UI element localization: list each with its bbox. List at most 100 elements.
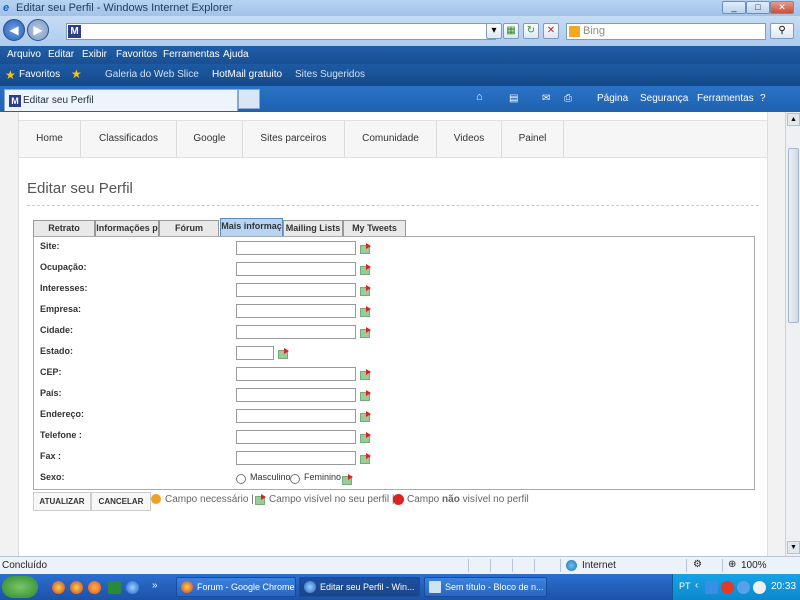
network-icon[interactable]	[705, 581, 718, 594]
tray-expand-icon[interactable]: ‹	[695, 580, 698, 591]
chrome-quicklaunch-icon[interactable]	[70, 581, 83, 594]
page-viewport: Home Classificados Google Sites parceiro…	[0, 112, 785, 556]
scroll-thumb[interactable]	[788, 148, 799, 323]
visibility-icon[interactable]	[278, 348, 290, 359]
compatibility-view-icon[interactable]: ▦	[503, 23, 519, 39]
favorites-button[interactable]: Favoritos	[19, 69, 60, 80]
tab-mailing-lists[interactable]: Mailing Lists	[283, 220, 343, 237]
mail-icon[interactable]: ✉	[542, 93, 550, 104]
maximize-button[interactable]: □	[746, 1, 770, 14]
nav-classificados[interactable]: Classificados	[81, 121, 177, 157]
scroll-up-icon[interactable]: ▲	[787, 113, 800, 126]
visibility-icon[interactable]	[360, 453, 372, 464]
volume-icon[interactable]	[737, 581, 750, 594]
excel-quicklaunch-icon[interactable]	[108, 581, 121, 594]
protected-mode-icon[interactable]: ⚙	[693, 559, 702, 570]
nav-google[interactable]: Google	[177, 121, 243, 157]
menu-ferramentas[interactable]: Ferramentas	[163, 49, 220, 60]
help-icon[interactable]: ?	[760, 93, 766, 104]
visibility-icon[interactable]	[360, 369, 372, 380]
tab-retrato[interactable]: Retrato	[33, 220, 95, 237]
firefox-quicklaunch-icon[interactable]	[88, 581, 101, 594]
estado-input[interactable]	[236, 346, 274, 360]
browser-tab[interactable]: M Editar seu Perfil	[4, 89, 238, 111]
search-placeholder: Bing	[583, 25, 606, 37]
tab-mais-informacoes[interactable]: Mais informaç	[220, 218, 283, 237]
address-field[interactable]: M	[66, 23, 496, 40]
empresa-input[interactable]	[236, 304, 356, 318]
nav-painel[interactable]: Painel	[502, 121, 564, 157]
nav-home[interactable]: Home	[19, 121, 81, 157]
telefone-input[interactable]	[236, 430, 356, 444]
stop-icon[interactable]: ✕	[543, 23, 559, 39]
visibility-icon[interactable]	[360, 243, 372, 254]
visibility-icon[interactable]	[360, 306, 372, 317]
sex-radio-masculino[interactable]	[236, 474, 246, 484]
site-input[interactable]	[236, 241, 356, 255]
tab-informacoes[interactable]: Informações p	[95, 220, 159, 237]
ie-quicklaunch-icon[interactable]	[126, 581, 139, 594]
visibility-icon[interactable]	[360, 432, 372, 443]
task-editar-perfil-ie[interactable]: Editar seu Perfil - Win...	[299, 577, 420, 597]
interesses-input[interactable]	[236, 283, 356, 297]
ocupacao-input[interactable]	[236, 262, 356, 276]
cmd-pagina[interactable]: Página	[597, 93, 628, 104]
cidade-input[interactable]	[236, 325, 356, 339]
home-icon[interactable]: ⌂	[476, 91, 483, 103]
chrome-quicklaunch-icon[interactable]	[52, 581, 65, 594]
zoom-level[interactable]: 100%	[741, 560, 767, 571]
sex-radio-feminino[interactable]	[290, 474, 300, 484]
menu-arquivo[interactable]: Arquivo	[7, 49, 41, 60]
more-quicklaunch-icon[interactable]: »	[152, 580, 158, 591]
scroll-down-icon[interactable]: ▼	[787, 541, 800, 554]
fav-item-web-slice[interactable]: Galeria do Web Slice	[105, 69, 199, 80]
search-input[interactable]: Bing	[566, 23, 766, 40]
menu-editar[interactable]: Editar	[48, 49, 74, 60]
new-tab-button[interactable]	[238, 89, 260, 109]
menu-exibir[interactable]: Exibir	[82, 49, 107, 60]
visibility-icon[interactable]	[360, 285, 372, 296]
visibility-icon[interactable]	[360, 390, 372, 401]
endereco-input[interactable]	[236, 409, 356, 423]
add-favorite-icon[interactable]: ★	[71, 67, 82, 81]
tray-app-icon[interactable]	[753, 581, 766, 594]
back-button[interactable]: ◀	[3, 19, 25, 41]
pais-input[interactable]	[236, 388, 356, 402]
cmd-ferramentas[interactable]: Ferramentas	[697, 93, 754, 104]
tab-my-tweets[interactable]: My Tweets	[343, 220, 406, 237]
visibility-icon[interactable]	[360, 327, 372, 338]
visibility-icon[interactable]	[360, 411, 372, 422]
notepad-icon	[429, 581, 441, 593]
minimize-button[interactable]: _	[722, 1, 746, 14]
refresh-icon[interactable]: ↻	[523, 23, 539, 39]
language-indicator[interactable]: PT	[679, 581, 691, 591]
vertical-scrollbar[interactable]: ▲ ▼	[785, 112, 800, 556]
feeds-icon[interactable]: ▤	[509, 93, 518, 104]
fax-input[interactable]	[236, 451, 356, 465]
fav-item-hotmail[interactable]: HotMail gratuito	[212, 69, 282, 80]
forward-button[interactable]: ▶	[27, 19, 49, 41]
clock[interactable]: 20:33	[771, 581, 796, 592]
print-icon[interactable]: ⎙	[564, 93, 572, 104]
update-button[interactable]: ATUALIZAR	[33, 492, 91, 511]
tab-forum[interactable]: Fórum	[159, 220, 219, 237]
cmd-seguranca[interactable]: Segurança	[640, 93, 688, 104]
close-window-button[interactable]: ✕	[770, 1, 794, 14]
task-bloco-de-notas[interactable]: Sem título - Bloco de n...	[424, 577, 547, 597]
security-icon[interactable]	[721, 581, 734, 594]
menu-ajuda[interactable]: Ajuda	[223, 49, 249, 60]
task-forum-chrome[interactable]: Forum - Google Chrome	[176, 577, 296, 597]
visibility-icon[interactable]	[360, 264, 372, 275]
visibility-icon[interactable]	[342, 474, 354, 485]
search-icon[interactable]: ⚲	[770, 23, 794, 39]
address-dropdown-button[interactable]: ▾	[486, 23, 502, 39]
menu-favoritos[interactable]: Favoritos	[116, 49, 157, 60]
start-button[interactable]	[2, 576, 38, 598]
cancel-button[interactable]: CANCELAR	[91, 492, 151, 511]
fav-item-sites-sugeridos[interactable]: Sites Sugeridos	[295, 69, 365, 80]
nav-sites-parceiros[interactable]: Sites parceiros	[243, 121, 345, 157]
cep-input[interactable]	[236, 367, 356, 381]
nav-comunidade[interactable]: Comunidade	[345, 121, 437, 157]
nav-videos[interactable]: Videos	[437, 121, 502, 157]
zoom-icon[interactable]: ⊕	[728, 559, 736, 570]
